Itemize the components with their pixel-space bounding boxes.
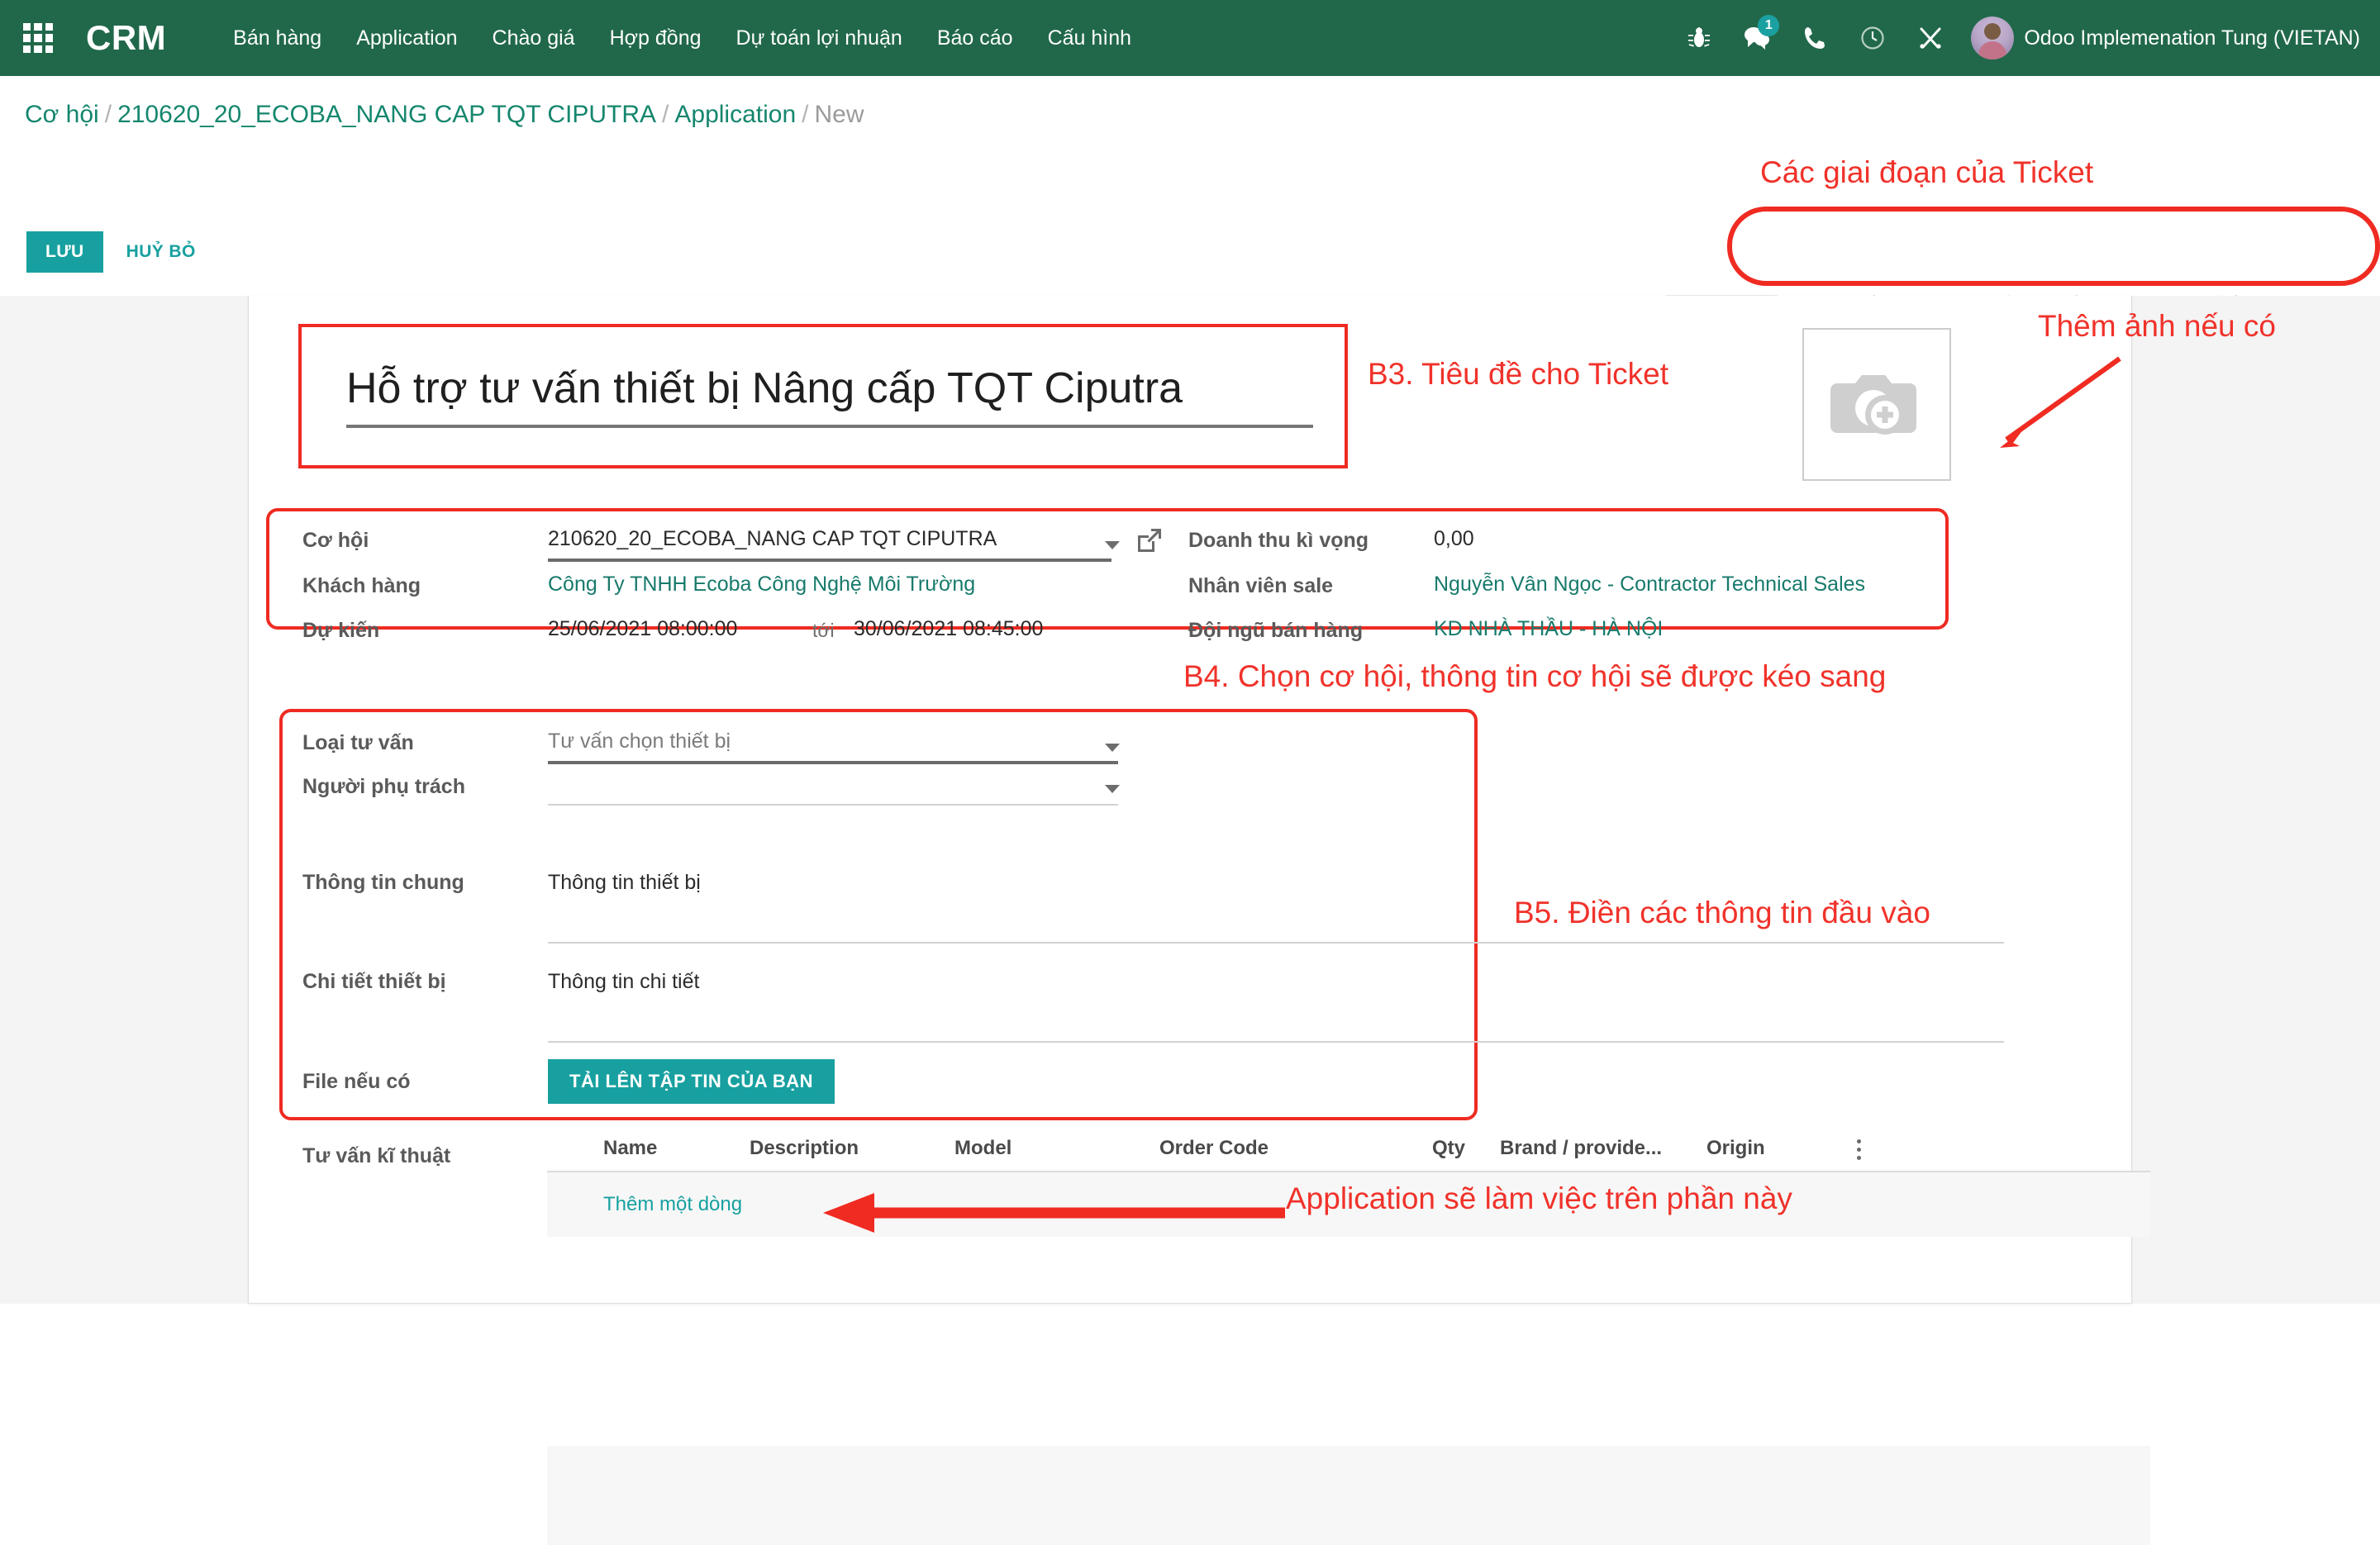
menu-item-chao-gia[interactable]: Chào giá [475,0,593,76]
field-label-khach-hang: Khách hàng [302,574,421,598]
annotation-opportunity: B4. Chọn cơ hội, thông tin cơ hội sẽ đượ… [1183,659,1886,694]
annotation-box-consult [279,709,1478,1120]
field-value-chi-tiet-thiet-bi[interactable]: Thông tin chi tiết [548,970,699,994]
column-header-order-code[interactable]: Order Code [1159,1137,1432,1160]
field-label-thong-tin-chung: Thông tin chung [302,871,464,895]
apps-grid-icon[interactable] [18,18,58,58]
ticket-title-input[interactable]: Hỗ trợ tư vấn thiết bị Nâng cấp TQT Cipu… [346,364,1313,428]
menu-item-application[interactable]: Application [339,0,474,76]
vertical-dots-icon[interactable] [1855,1139,1862,1160]
field-value-doanh-thu[interactable]: 0,00 [1434,527,1474,551]
column-header-name[interactable]: Name [547,1137,750,1160]
user-menu[interactable]: Odoo Implemenation Tung (VIETAN) [2024,26,2365,50]
menu-item-hop-dong[interactable]: Hợp đồng [593,0,719,76]
chevron-down-icon-nguoi-phu-trach[interactable] [1105,785,1120,793]
field-value-khach-hang[interactable]: Công Ty TNHH Ecoba Công Nghệ Môi Trường [548,573,975,597]
annotation-o2m: Application sẽ làm việc trên phần này [1286,1181,1792,1216]
messages-badge: 1 [1758,15,1779,36]
clock-icon[interactable] [1844,0,1902,76]
field-label-du-kien: Dự kiến [302,619,379,643]
phone-icon[interactable] [1786,0,1844,76]
title-row: Hỗ trợ tư vấn thiết bị Nâng cấp TQT Cipu… [287,324,2088,468]
menu-item-bao-cao[interactable]: Báo cáo [920,0,1031,76]
annotation-inputs: B5. Điền các thông tin đầu vào [1514,896,1930,930]
annotation-image: Thêm ảnh nếu có [2038,309,2276,344]
field-underline-chi-tiet-thiet-bi [548,1041,2004,1043]
annotation-title: B3. Tiêu đề cho Ticket [1368,357,1668,392]
field-label-tu-van-ki-thuat: Tư vấn kĩ thuật [302,1144,450,1168]
field-value-nhan-vien-sale[interactable]: Nguyễn Vân Ngọc - Contractor Technical S… [1434,573,1865,597]
ticket-image-upload[interactable] [1802,328,1951,481]
field-underline-co-hoi [548,559,1111,562]
bug-icon[interactable] [1670,0,1728,76]
avatar[interactable] [1971,17,2014,59]
menu-item-cau-hinh[interactable]: Cấu hình [1031,0,1149,76]
annotation-box-opportunity [266,508,1949,630]
column-header-description[interactable]: Description [750,1137,954,1160]
field-underline-loai-tu-van [548,761,1118,764]
discard-button[interactable]: HUỶ BỎ [121,241,201,263]
field-label-file-neu-co: File nếu có [302,1070,411,1094]
field-value-du-kien-end[interactable]: 30/06/2021 08:45:00 [854,617,1043,641]
breadcrumb-item-co-hoi[interactable]: Cơ hội [25,101,99,128]
field-underline-thong-tin-chung [548,942,2004,944]
breadcrumb-separator: / [656,101,674,128]
field-value-loai-tu-van[interactable]: Tư vấn chọn thiết bị [548,730,731,753]
annotation-stages: Các giai đoạn của Ticket [1760,155,2093,190]
field-label-nguoi-phu-trach: Người phụ trách [302,775,465,799]
o2m-table-header: Name Description Model Order Code Qty Br… [547,1137,2150,1172]
external-link-icon-co-hoi[interactable] [1136,527,1163,558]
upload-file-button[interactable]: TẢI LÊN TẬP TIN CỦA BẠN [548,1059,835,1104]
systray: 1 Odoo Implemenation Tung (VIETAN) [1670,0,2365,76]
field-label-loai-tu-van: Loại tư vấn [302,731,414,755]
daterange-separator: tới [812,620,835,642]
tools-icon[interactable] [1902,0,1959,76]
add-line-button[interactable]: Thêm một dòng [603,1193,742,1216]
brand-logo[interactable]: CRM [86,18,166,58]
field-underline-nguoi-phu-trach [548,804,1118,806]
menu-item-ban-hang[interactable]: Bán hàng [216,0,339,76]
main-menu: Bán hàng Application Chào giá Hợp đồng D… [216,0,1149,76]
annotation-box-title: Hỗ trợ tư vấn thiết bị Nâng cấp TQT Cipu… [298,324,1348,468]
breadcrumb-separator: / [796,101,814,128]
breadcrumb: Cơ hội/210620_20_ECOBA_NANG CAP TQT CIPU… [25,101,864,129]
column-header-model[interactable]: Model [954,1137,1159,1160]
chevron-down-icon-co-hoi[interactable] [1105,541,1120,549]
breadcrumb-item-opportunity[interactable]: 210620_20_ECOBA_NANG CAP TQT CIPUTRA [117,101,656,128]
field-label-co-hoi: Cơ hội [302,529,369,553]
o2m-footer-block [547,1446,2150,1545]
column-header-brand[interactable]: Brand / provide... [1500,1137,1706,1160]
field-value-du-kien-start[interactable]: 25/06/2021 08:00:00 [548,617,737,641]
top-navbar: CRM Bán hàng Application Chào giá Hợp đồ… [0,0,2380,76]
record-actions: LƯU HUỶ BỎ [26,231,201,273]
field-label-doanh-thu: Doanh thu kì vọng [1188,529,1368,553]
chevron-down-icon-loai-tu-van[interactable] [1105,744,1120,752]
messages-icon[interactable]: 1 [1728,0,1786,76]
field-label-nhan-vien-sale: Nhân viên sale [1188,574,1333,598]
camera-add-icon [1830,365,1923,444]
column-header-qty[interactable]: Qty [1432,1137,1500,1160]
field-value-thong-tin-chung[interactable]: Thông tin thiết bị [548,871,701,895]
field-value-doi-ngu-ban-hang[interactable]: KD NHÀ THẦU - HÀ NỘI [1434,617,1663,641]
menu-item-du-toan-loi-nhuan[interactable]: Dự toán lợi nhuận [719,0,920,76]
save-button[interactable]: LƯU [26,231,103,273]
field-label-doi-ngu-ban-hang: Đội ngũ bán hàng [1188,619,1363,643]
field-label-chi-tiet-thiet-bi: Chi tiết thiết bị [302,970,446,994]
breadcrumb-current: New [814,101,864,128]
breadcrumb-item-application[interactable]: Application [674,101,796,128]
column-header-origin[interactable]: Origin [1706,1137,1855,1160]
breadcrumb-separator: / [99,101,117,128]
field-value-co-hoi[interactable]: 210620_20_ECOBA_NANG CAP TQT CIPUTRA [548,527,997,551]
